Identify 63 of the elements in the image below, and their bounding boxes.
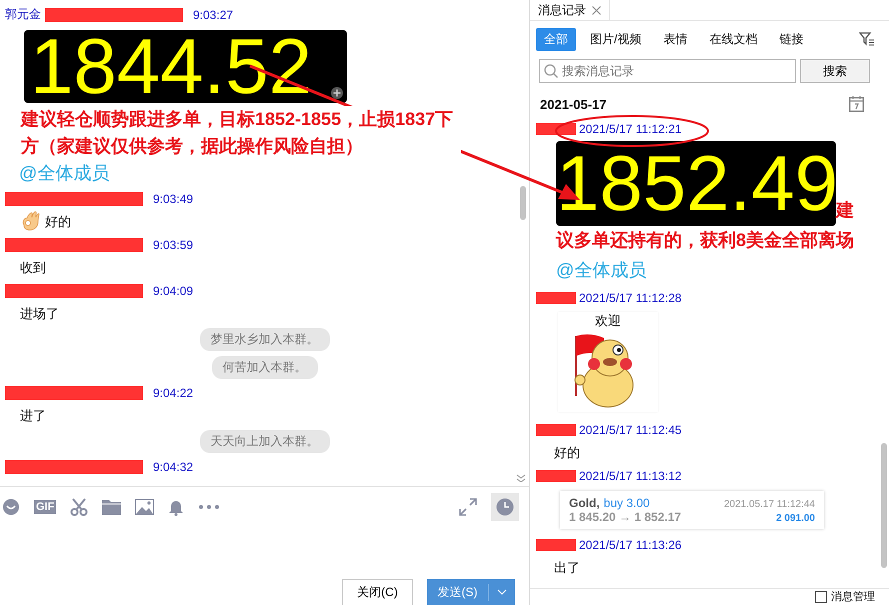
- message-time: 2021/5/17 11:13:26: [579, 538, 682, 552]
- message-text: 收到: [20, 258, 46, 276]
- redaction-bar: [536, 470, 576, 482]
- trade-profit: 2 091.00: [776, 513, 815, 524]
- checkbox-label: 消息管理: [831, 591, 875, 603]
- message-text: 进场了: [20, 304, 59, 322]
- filter-tab[interactable]: 表情: [655, 28, 696, 50]
- folder-icon[interactable]: [102, 499, 122, 515]
- filter-tab[interactable]: 链接: [771, 28, 812, 50]
- scroll-down-icon[interactable]: [516, 474, 526, 482]
- message-time: 9:03:49: [153, 192, 194, 206]
- redaction-bar: [536, 123, 576, 135]
- expand-icon[interactable]: [459, 498, 477, 516]
- search-field[interactable]: 搜索消息记录: [539, 59, 796, 83]
- close-button[interactable]: 关闭(C): [342, 579, 413, 605]
- scrollbar-thumb[interactable]: [881, 443, 887, 568]
- bell-icon[interactable]: [168, 498, 184, 516]
- price-value: 1844.52: [30, 30, 312, 103]
- trade-prices: 1 845.20 → 1 852.17: [569, 510, 682, 524]
- checkbox[interactable]: [815, 591, 827, 603]
- filter-tab[interactable]: 图片/视频: [582, 28, 650, 50]
- message-time: 2021/5/17 11:12:21: [579, 122, 682, 136]
- sticker-caption: 欢迎: [595, 312, 621, 330]
- message-text: 好的: [554, 444, 580, 462]
- history-button[interactable]: [491, 493, 519, 521]
- message-time: 9:03:27: [193, 8, 234, 22]
- clock-icon: [496, 498, 514, 516]
- message-text: 进了: [20, 406, 46, 424]
- more-icon[interactable]: [198, 504, 220, 510]
- trade-symbol: Gold,: [569, 496, 600, 510]
- message-time: 9:04:09: [153, 284, 194, 298]
- redaction-bar: [536, 292, 576, 304]
- message-time: 2021/5/17 11:13:12: [579, 469, 682, 483]
- message-time: 2021/5/17 11:12:45: [579, 423, 682, 437]
- message-time: 9:03:59: [153, 238, 194, 252]
- redaction-bar: [536, 539, 576, 551]
- image-icon[interactable]: [135, 499, 154, 515]
- message-time: 9:04:22: [153, 386, 194, 400]
- date-heading: 2021-05-17: [540, 96, 606, 112]
- sender-name: 郭元金: [5, 6, 41, 23]
- close-icon[interactable]: [592, 6, 601, 14]
- message-time: 2021/5/17 11:12:28: [579, 291, 682, 305]
- calendar-icon[interactable]: [849, 96, 864, 112]
- message-text: 好的: [45, 212, 71, 230]
- filter-tab[interactable]: 在线文档: [701, 28, 766, 50]
- scissors-icon[interactable]: [70, 498, 88, 516]
- history-tab[interactable]: 消息记录: [530, 0, 610, 20]
- scrollbar-thumb[interactable]: [520, 186, 526, 220]
- system-notice: 何苦加入本群。: [212, 356, 318, 378]
- emoji-icon[interactable]: [2, 498, 20, 516]
- message-time: 9:04:32: [153, 460, 194, 474]
- trade-side: buy 3.00: [604, 496, 650, 510]
- search-icon: [544, 64, 558, 78]
- plus-icon: [331, 87, 343, 99]
- system-notice: 天天向上加入本群。: [200, 430, 330, 452]
- caret-icon[interactable]: [497, 589, 507, 595]
- search-button[interactable]: 搜索: [800, 59, 870, 83]
- redaction-bar: [536, 424, 576, 436]
- trade-time: 2021.05.17 11:12:44: [724, 499, 815, 510]
- filter-icon[interactable]: [859, 32, 875, 46]
- system-notice: 梦里水乡加入本群。: [200, 328, 330, 350]
- ok-hand-icon: [20, 210, 42, 232]
- message-text: 出了: [554, 559, 580, 577]
